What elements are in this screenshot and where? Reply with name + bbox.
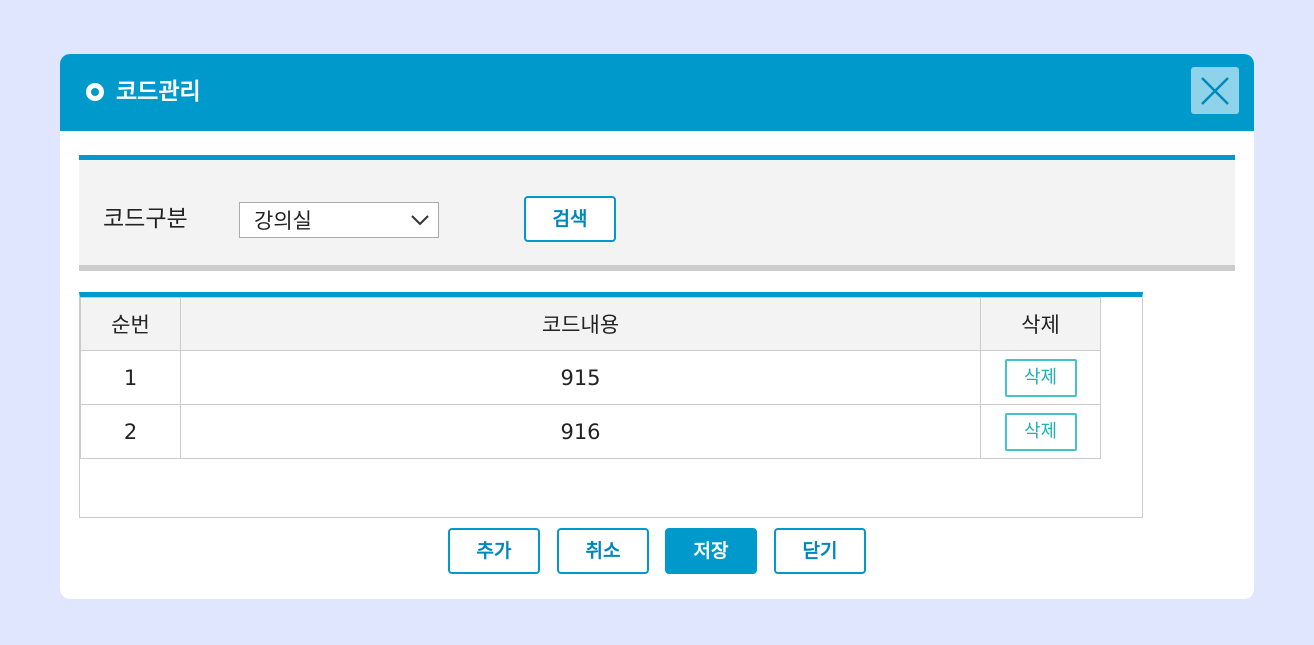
delete-button[interactable]: 삭제 bbox=[1004, 412, 1077, 451]
search-button[interactable]: 검색 bbox=[524, 196, 616, 242]
table-row: 2 916 삭제 bbox=[80, 404, 1101, 459]
code-category-select[interactable]: 강의실 bbox=[239, 202, 439, 238]
cancel-button[interactable]: 취소 bbox=[557, 528, 649, 574]
row-delete-cell: 삭제 bbox=[980, 404, 1101, 459]
row-delete-cell: 삭제 bbox=[980, 350, 1101, 405]
close-dialog-button[interactable]: 닫기 bbox=[774, 528, 866, 574]
row-number: 1 bbox=[80, 350, 181, 405]
row-content: 915 bbox=[180, 350, 981, 405]
add-button[interactable]: 추가 bbox=[448, 528, 540, 574]
code-table-container: 순번 코드내용 삭제 1 915 삭제 2 916 삭제 bbox=[79, 292, 1143, 518]
code-table: 순번 코드내용 삭제 1 915 삭제 2 916 삭제 bbox=[80, 297, 1101, 459]
select-value: 강의실 bbox=[254, 209, 312, 233]
table-header-row: 순번 코드내용 삭제 bbox=[80, 297, 1101, 351]
header-delete: 삭제 bbox=[980, 297, 1101, 351]
header-content: 코드내용 bbox=[180, 297, 981, 351]
delete-button[interactable]: 삭제 bbox=[1004, 358, 1077, 397]
chevron-down-icon bbox=[411, 215, 429, 226]
search-panel: 코드구분 강의실 검색 bbox=[79, 155, 1235, 271]
title-bullet-icon bbox=[86, 83, 104, 101]
row-content: 916 bbox=[180, 404, 981, 459]
close-button[interactable] bbox=[1191, 67, 1239, 114]
header-number: 순번 bbox=[80, 297, 181, 351]
dialog-titlebar: 코드관리 bbox=[60, 54, 1254, 131]
row-number: 2 bbox=[80, 404, 181, 459]
save-button[interactable]: 저장 bbox=[665, 528, 757, 574]
table-row: 1 915 삭제 bbox=[80, 350, 1101, 405]
dialog-title: 코드관리 bbox=[116, 79, 201, 105]
code-category-label: 코드구분 bbox=[103, 206, 188, 232]
close-icon bbox=[1201, 77, 1229, 105]
code-management-dialog: 코드관리 코드구분 강의실 검색 순번 코드내용 삭제 1 915 삭제 2 9… bbox=[60, 54, 1254, 599]
